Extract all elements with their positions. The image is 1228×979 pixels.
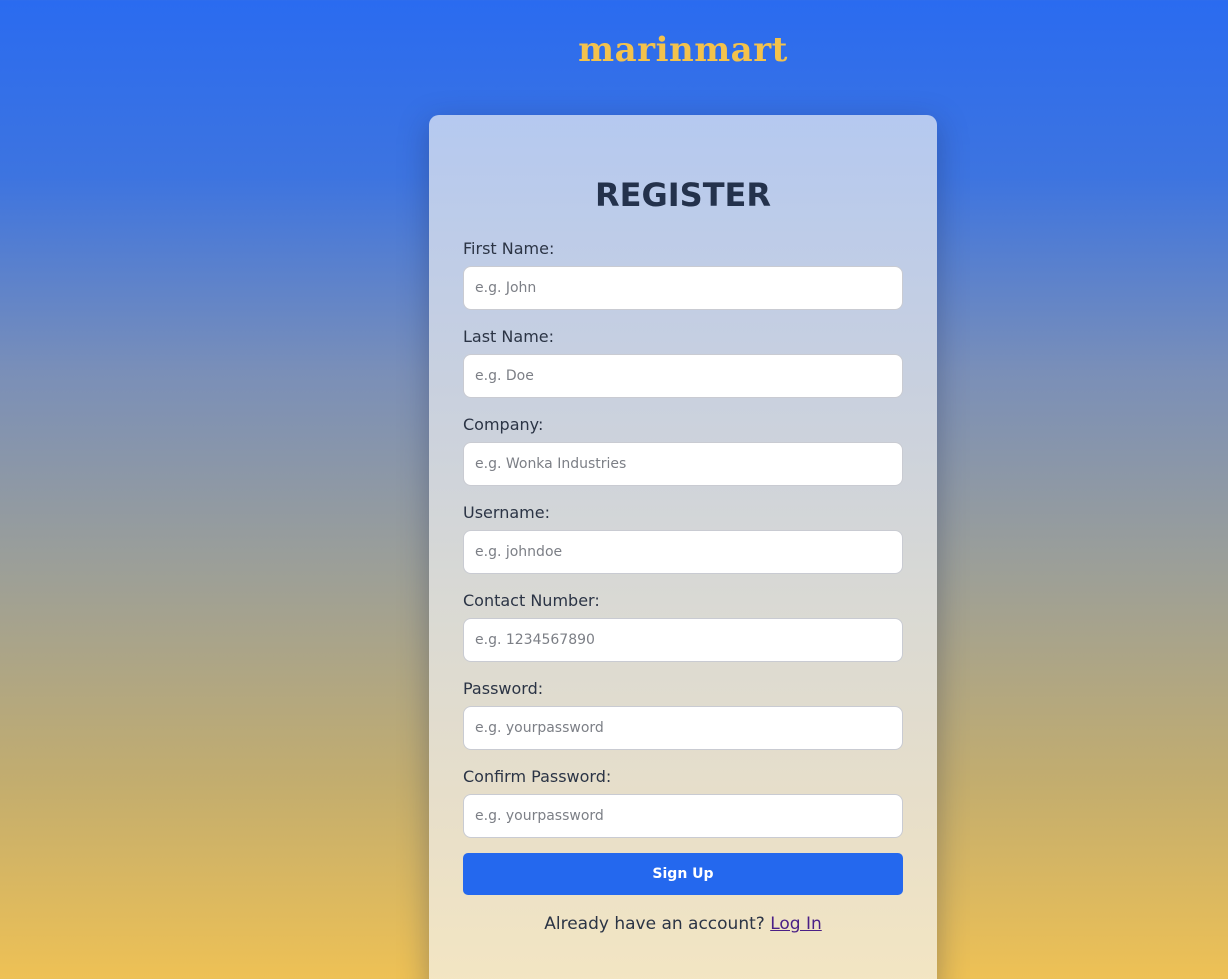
contact-number-label: Contact Number: xyxy=(463,591,600,610)
password-label: Password: xyxy=(463,679,544,698)
last-name-input[interactable] xyxy=(463,354,903,398)
company-input[interactable] xyxy=(463,442,903,486)
register-card: REGISTER First Name: Last Name: Company:… xyxy=(429,115,937,979)
log-in-link[interactable]: Log In xyxy=(770,914,822,934)
login-prompt-text: Already have an account? xyxy=(544,914,765,934)
page-title: REGISTER xyxy=(594,176,772,214)
password-input[interactable] xyxy=(463,706,903,750)
first-name-input[interactable] xyxy=(463,266,903,310)
username-input[interactable] xyxy=(463,530,903,574)
sign-up-button[interactable]: Sign Up xyxy=(463,853,903,895)
confirm-password-input[interactable] xyxy=(463,794,903,838)
last-name-label: Last Name: xyxy=(463,327,555,346)
contact-number-input[interactable] xyxy=(463,618,903,662)
first-name-label: First Name: xyxy=(463,239,555,258)
username-label: Username: xyxy=(463,503,550,522)
confirm-password-label: Confirm Password: xyxy=(463,767,612,786)
brand-logo[interactable]: marinmart xyxy=(0,30,1228,70)
login-prompt-row: Already have an account? Log In xyxy=(463,912,903,936)
company-label: Company: xyxy=(463,415,544,434)
